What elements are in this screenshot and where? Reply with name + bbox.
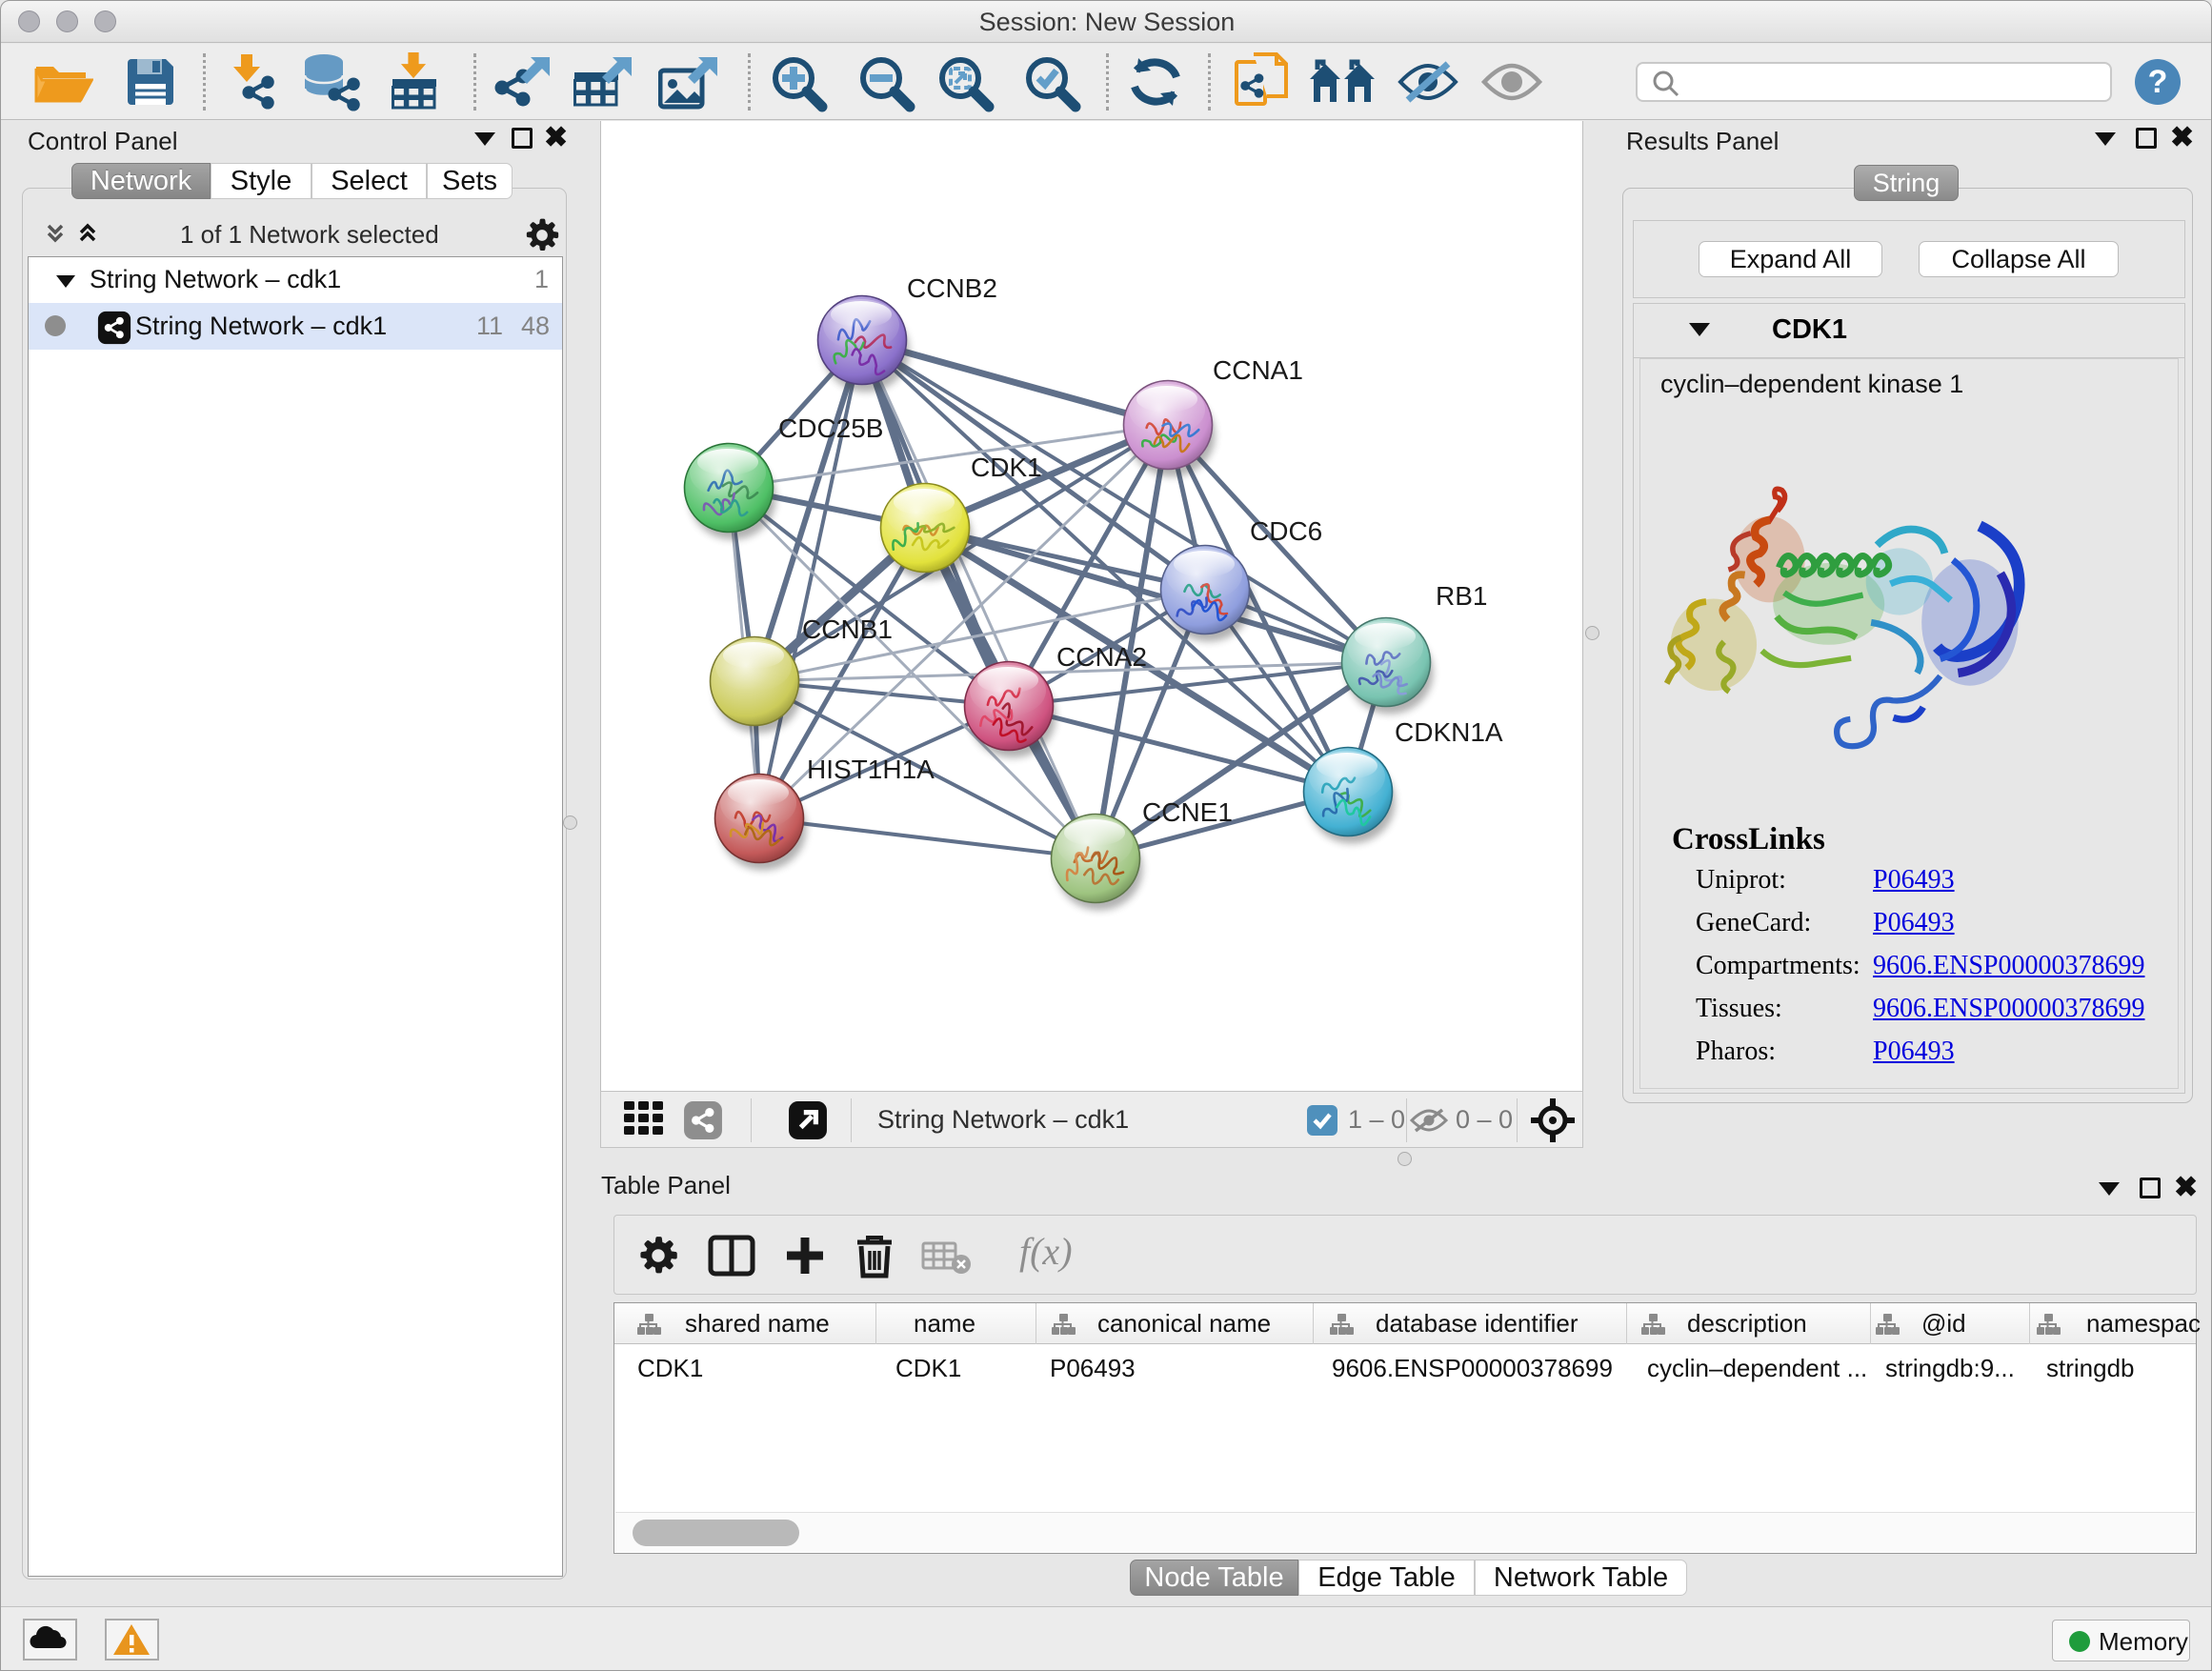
svg-text:CDC25B: CDC25B bbox=[778, 413, 883, 443]
svg-text:CCNA1: CCNA1 bbox=[1213, 355, 1303, 385]
svg-text:CDC6: CDC6 bbox=[1250, 516, 1322, 546]
svg-text:CCNE1: CCNE1 bbox=[1142, 797, 1233, 827]
svg-text:CCNB1: CCNB1 bbox=[802, 614, 893, 644]
svg-text:CCNB2: CCNB2 bbox=[907, 273, 997, 303]
svg-text:CCNA2: CCNA2 bbox=[1056, 642, 1147, 672]
svg-text:CDKN1A: CDKN1A bbox=[1395, 717, 1503, 747]
svg-text:RB1: RB1 bbox=[1436, 581, 1487, 611]
svg-text:HIST1H1A: HIST1H1A bbox=[807, 755, 935, 784]
svg-text:CDK1: CDK1 bbox=[971, 453, 1042, 482]
